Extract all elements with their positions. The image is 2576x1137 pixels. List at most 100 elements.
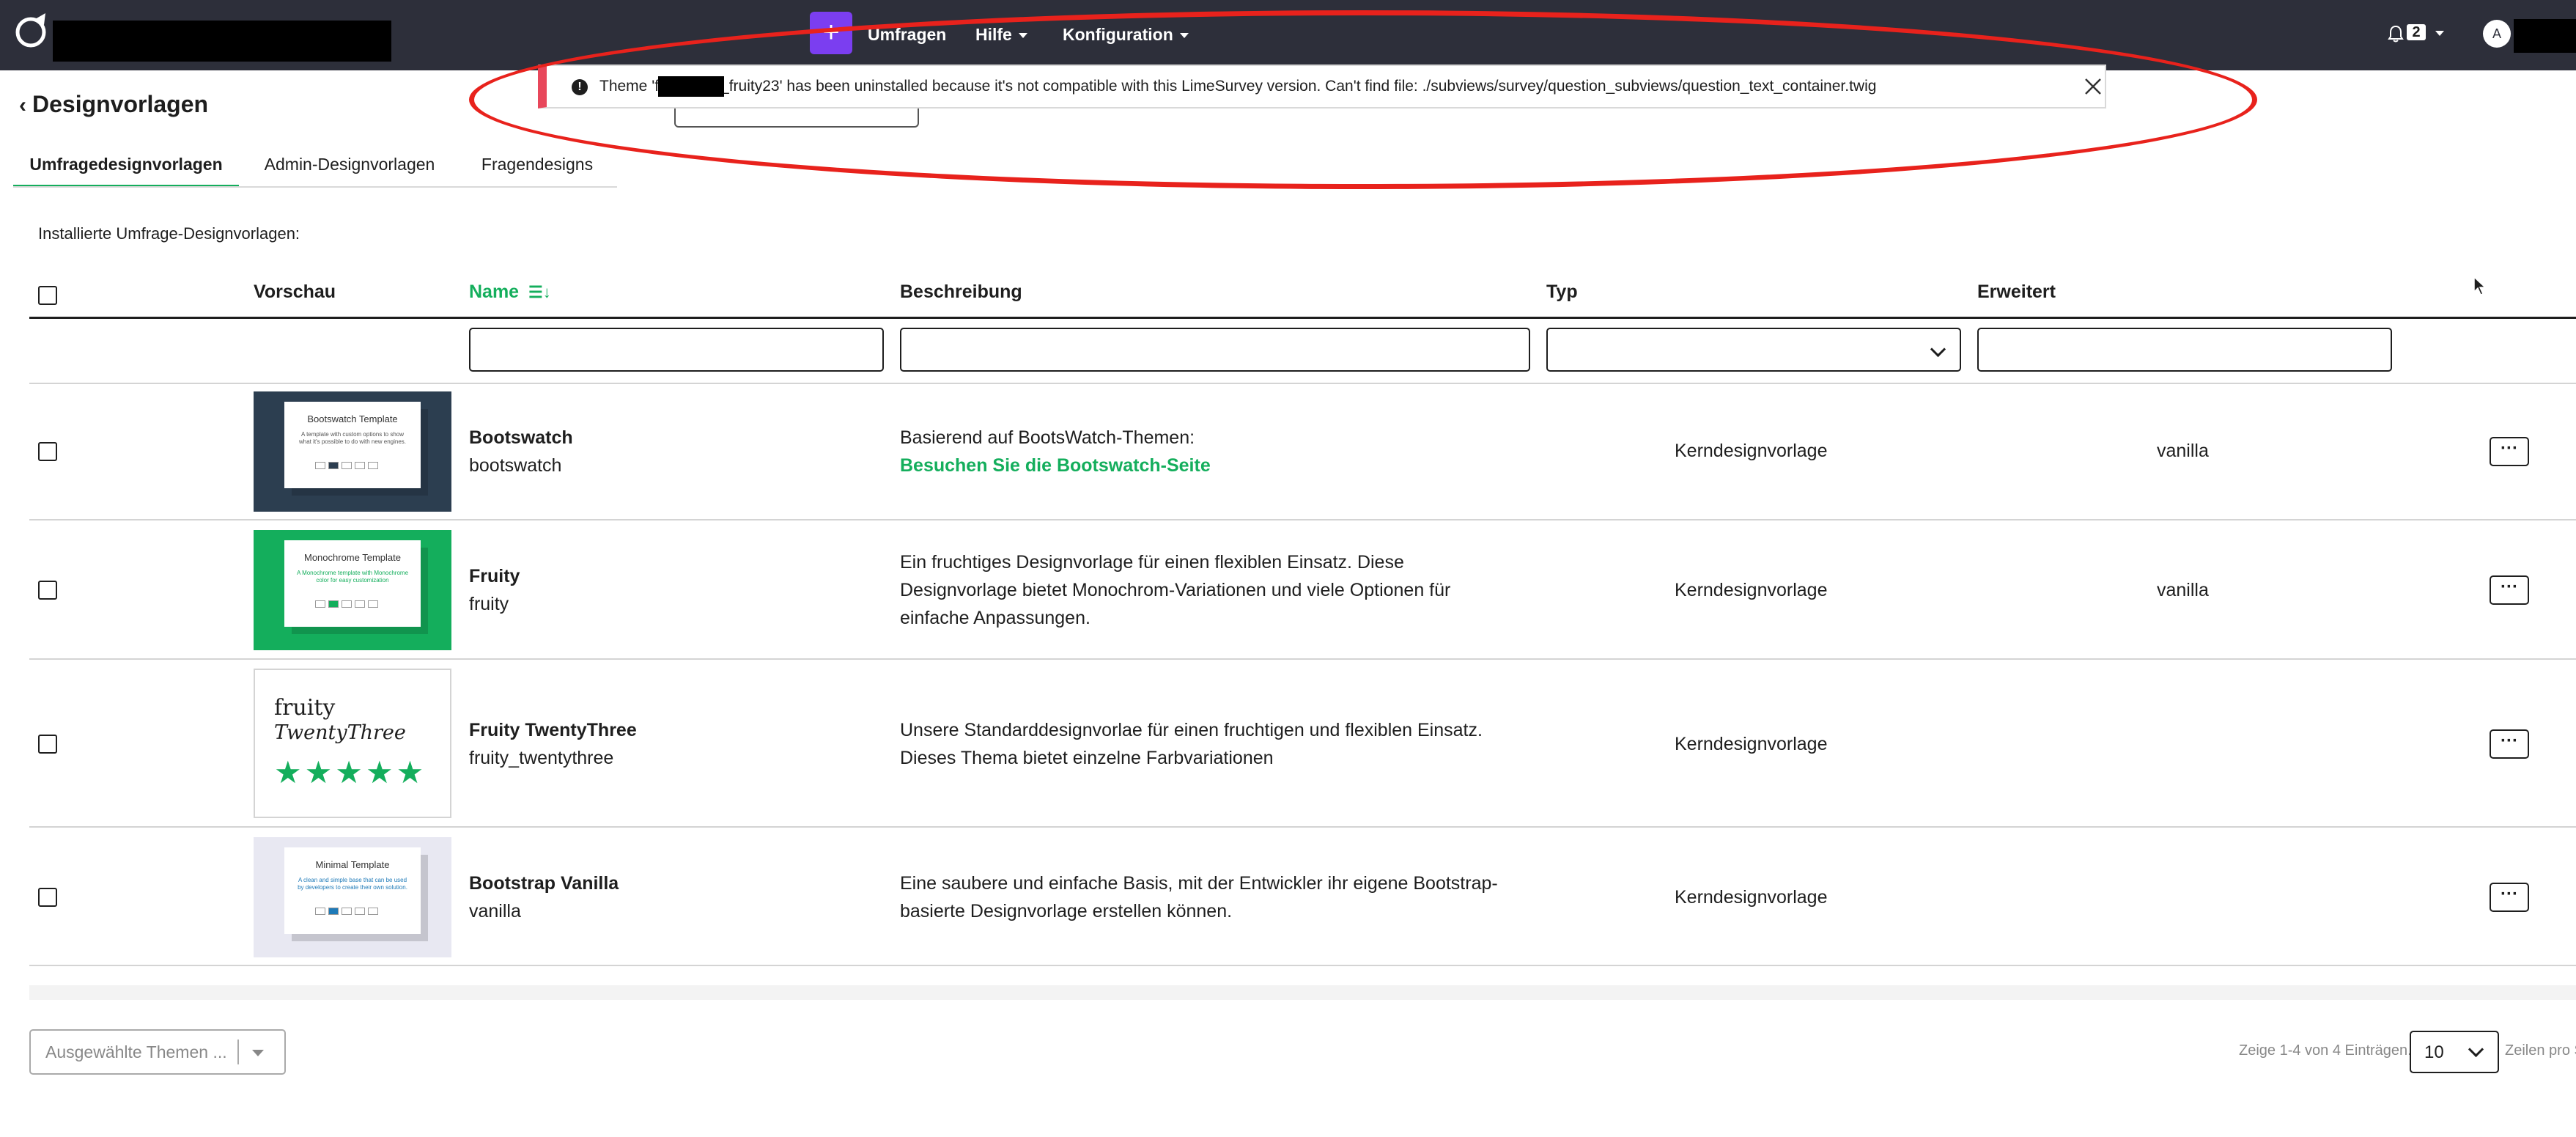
chevron-down-icon [252, 1050, 264, 1056]
tab-fragendesigns[interactable]: Fragendesigns [462, 144, 613, 188]
close-icon[interactable] [2081, 75, 2105, 98]
theme-type: Kerndesignvorlage [1675, 734, 1828, 754]
preview-card: Minimal Template A clean and simple base… [284, 847, 421, 934]
row-checkbox[interactable] [38, 888, 57, 907]
theme-slug: fruity [469, 594, 509, 614]
theme-description-line: Ein fruchtiges Designvorlage für einen f… [900, 552, 1404, 573]
row-divider [29, 965, 2576, 966]
theme-description: Basierend auf BootsWatch-Themen: [900, 427, 1195, 448]
row-checkbox[interactable] [38, 581, 57, 600]
create-button[interactable]: + [810, 12, 852, 54]
column-header-preview: Vorschau [254, 282, 336, 302]
section-label: Installierte Umfrage-Designvorlagen: [38, 224, 300, 243]
row-checkbox[interactable] [38, 735, 57, 754]
preview-vanilla[interactable]: Minimal Template A clean and simple base… [254, 837, 451, 957]
chevron-left-icon: ‹ [19, 93, 26, 117]
row-actions-button[interactable]: ··· [2490, 575, 2529, 605]
chevron-down-icon [1179, 33, 1189, 39]
bulk-action-placeholder: Ausgewählte Themen ... [45, 1042, 227, 1061]
preview-fruity-twentythree[interactable]: fruity TwentyThree ★★★★★ [254, 669, 451, 818]
nav-umfragen[interactable]: Umfragen [868, 21, 946, 48]
chevron-down-icon [2468, 1041, 2484, 1058]
preview-card: Monochrome Template A Monochrome templat… [284, 540, 421, 627]
limesurvey-logo-icon[interactable] [13, 12, 51, 50]
preview-word: fruity [274, 695, 336, 721]
row-divider [29, 383, 2576, 384]
row-checkbox[interactable] [38, 442, 57, 461]
theme-slug: bootswatch [469, 455, 562, 476]
sort-icon: ☰↓ [528, 283, 551, 301]
page-title-text: Designvorlagen [32, 91, 209, 117]
column-header-extends: Erweitert [1977, 282, 2056, 302]
theme-description-line: Eine saubere und einfache Basis, mit der… [900, 873, 1498, 894]
name-filter-input[interactable] [469, 328, 884, 372]
mouse-cursor-icon [2473, 276, 2487, 295]
select-all-checkbox[interactable] [38, 286, 57, 305]
theme-type: Kerndesignvorlage [1675, 441, 1828, 461]
nav-konfiguration[interactable]: Konfiguration [1063, 21, 1189, 48]
preview-card-title: Monochrome Template [304, 552, 401, 563]
row-divider [29, 658, 2576, 660]
theme-slug: vanilla [469, 901, 521, 921]
page-title[interactable]: ‹ Designvorlagen [19, 91, 208, 118]
theme-description-line: Unsere Standarddesignvorlae für einen fr… [900, 720, 1483, 740]
preview-card-subtitle: A template with custom options to show w… [298, 431, 407, 445]
row-actions-button[interactable]: ··· [2490, 437, 2529, 466]
nav-konfiguration-label: Konfiguration [1063, 25, 1173, 44]
theme-description-line: basierte Designvorlage erstellen können. [900, 901, 1233, 921]
redacted-username [2514, 19, 2576, 53]
preview-bootswatch[interactable]: Bootswatch Template A template with cust… [254, 391, 451, 512]
tabs-divider [13, 186, 617, 188]
column-header-description: Beschreibung [900, 282, 1022, 302]
theme-description-line: Designvorlage bietet Monochrom-Variation… [900, 580, 1451, 600]
star-rating-icon: ★★★★★ [274, 755, 427, 790]
preview-card-subtitle: A Monochrome template with Monochrome co… [296, 570, 409, 584]
preview-pager [315, 600, 390, 609]
rows-per-page-label: Zeilen pro S [2505, 1042, 2576, 1059]
preview-card-subtitle: A clean and simple base that can be used… [298, 877, 407, 891]
row-actions-button[interactable]: ··· [2490, 729, 2529, 759]
theme-title: Fruity [469, 566, 520, 586]
row-actions-button[interactable]: ··· [2490, 883, 2529, 912]
column-header-name-label: Name [469, 282, 520, 302]
theme-description-line: Dieses Thema bietet einzelne Farbvariati… [900, 748, 1274, 768]
pagination-info: Zeige 1-4 von 4 Einträgen. [2239, 1042, 2412, 1059]
redacted-theme-name [658, 76, 724, 97]
theme-extends: vanilla [2157, 580, 2209, 600]
description-filter-input[interactable] [900, 328, 1530, 372]
preview-fruity[interactable]: Monochrome Template A Monochrome templat… [254, 530, 451, 650]
bulk-action-divider [237, 1040, 239, 1064]
theme-title: Fruity TwentyThree [469, 720, 637, 740]
theme-description-line: einfache Anpassungen. [900, 608, 1090, 628]
table-footer-strip [29, 985, 2576, 1000]
rows-per-page-select[interactable]: 10 [2410, 1031, 2499, 1073]
tab-umfragedesignvorlagen[interactable]: Umfragedesignvorlagen [13, 144, 239, 188]
preview-card-title: Bootswatch Template [307, 413, 398, 424]
column-header-name[interactable]: Name ☰↓ [469, 282, 551, 303]
tab-admin-designvorlagen[interactable]: Admin-Designvorlagen [245, 144, 454, 188]
nav-hilfe[interactable]: Hilfe [975, 21, 1027, 48]
redacted-site-name [53, 21, 391, 62]
theme-type: Kerndesignvorlage [1675, 887, 1828, 908]
preview-card: Bootswatch Template A template with cust… [284, 402, 421, 488]
row-divider [29, 519, 2576, 520]
notification-count-badge: 2 [2407, 24, 2426, 40]
type-filter-select[interactable] [1546, 328, 1961, 372]
header-divider [29, 317, 2576, 319]
chevron-down-icon [1930, 341, 1946, 358]
theme-slug: fruity_twentythree [469, 748, 614, 768]
nav-umfragen-label: Umfragen [868, 25, 947, 44]
nav-hilfe-label: Hilfe [975, 25, 1012, 44]
bulk-action-select[interactable]: Ausgewählte Themen ... [29, 1029, 286, 1075]
row-divider [29, 826, 2576, 828]
extends-filter-input[interactable] [1977, 328, 2392, 372]
notifications-button[interactable]: 2 [2388, 22, 2445, 45]
bell-icon [2388, 25, 2404, 43]
theme-title: Bootstrap Vanilla [469, 873, 619, 894]
bootswatch-link[interactable]: Besuchen Sie die Bootswatch-Seite [900, 452, 1211, 479]
chevron-down-icon [1018, 33, 1027, 39]
theme-type: Kerndesignvorlage [1675, 580, 1828, 600]
user-avatar[interactable]: A [2483, 20, 2511, 48]
preview-pager [315, 462, 390, 471]
preview-card-title: Minimal Template [315, 859, 390, 870]
